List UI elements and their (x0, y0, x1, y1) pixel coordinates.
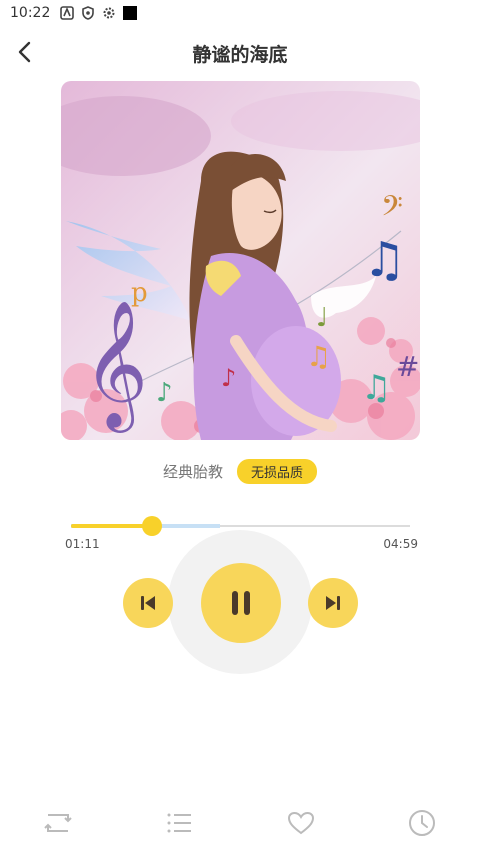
status-time: 10:22 (10, 5, 51, 21)
svg-text:♩: ♩ (316, 303, 328, 333)
player-controls (0, 530, 480, 680)
svg-text:𝄞: 𝄞 (83, 299, 148, 433)
page-title: 静谧的海底 (192, 44, 288, 66)
clock-icon (409, 810, 435, 836)
header: 静谧的海底 (0, 30, 480, 76)
svg-text:♫: ♫ (361, 368, 391, 408)
repeat-icon (44, 814, 72, 832)
category-label: 经典胎教 (162, 462, 223, 481)
quality-badge[interactable]: 无损品质 (237, 458, 318, 484)
settings-icon (103, 7, 115, 19)
notification-a-icon (60, 6, 75, 20)
status-square-icon (123, 6, 138, 20)
bottom-bar (0, 802, 480, 842)
svg-text:#: # (396, 350, 419, 383)
heart-icon (287, 811, 315, 835)
progress-played (71, 524, 153, 528)
next-button[interactable] (308, 578, 358, 628)
album-cover: 𝄞 ♫ 𝄢 ♪ ♫ # p ♫ ♪ ♩ (61, 81, 420, 440)
svg-text:𝄢: 𝄢 (381, 190, 403, 230)
favorite-button[interactable] (285, 808, 317, 838)
skip-next-icon (326, 596, 340, 610)
timer-button[interactable] (406, 808, 438, 838)
svg-text:♪: ♪ (156, 378, 173, 408)
playlist-button[interactable] (163, 808, 195, 838)
skip-previous-icon (141, 596, 155, 610)
status-bar: 10:22 (0, 0, 480, 26)
shield-icon (82, 6, 95, 20)
track-meta: 经典胎教 无损品质 (0, 458, 480, 484)
svg-text:♪: ♪ (221, 364, 236, 392)
svg-text:p: p (131, 278, 148, 308)
list-icon (167, 813, 191, 833)
svg-text:♫: ♫ (363, 232, 406, 288)
pause-button[interactable] (201, 563, 281, 643)
loop-button[interactable] (42, 808, 74, 838)
pause-icon (232, 591, 250, 615)
svg-text:♫: ♫ (306, 340, 331, 373)
previous-button[interactable] (123, 578, 173, 628)
